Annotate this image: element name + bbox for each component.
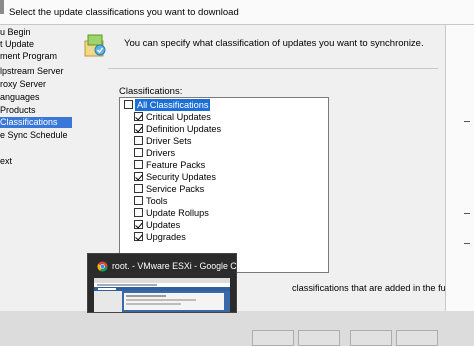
checkbox[interactable] [134, 160, 143, 169]
checkbox[interactable] [134, 220, 143, 229]
taskbar-preview[interactable]: root. - VMware ESXi - Google C... [87, 253, 244, 313]
pane-marker [464, 243, 470, 244]
wizard-header: Select the update classifications you wa… [0, 0, 474, 25]
checkbox[interactable] [134, 184, 143, 193]
checkbox[interactable] [134, 172, 143, 181]
checkbox[interactable] [134, 124, 143, 133]
preview-title: root. - VMware ESXi - Google C... [112, 261, 244, 271]
nav-item-proxy-server[interactable]: roxy Server [0, 79, 72, 90]
classifications-list[interactable]: All Classifications Critical Updates Def… [119, 97, 329, 273]
preview-thumbnail[interactable] [94, 278, 230, 312]
back-button[interactable] [252, 330, 294, 346]
future-classifications-note: classifications that are added in the fu… [292, 283, 465, 293]
next-button[interactable] [298, 330, 340, 346]
pane-marker [464, 213, 470, 214]
cancel-button[interactable] [396, 330, 438, 346]
wizard-nav: u Begin t Update ment Program lpstream S… [0, 25, 72, 311]
checkbox[interactable] [134, 136, 143, 145]
checkbox[interactable] [134, 196, 143, 205]
nav-item-improvement-program[interactable]: ment Program [0, 51, 72, 62]
divider [108, 68, 438, 69]
right-pane [445, 25, 474, 311]
nav-item-languages[interactable]: anguages [0, 92, 72, 103]
nav-item-whats-next[interactable]: ext [0, 156, 72, 167]
page-title: Select the update classifications you wa… [9, 7, 239, 18]
chrome-icon [97, 261, 108, 272]
header-edge-icon [0, 0, 4, 14]
update-package-icon [84, 34, 106, 57]
checkbox[interactable] [134, 112, 143, 121]
checkbox[interactable] [134, 148, 143, 157]
checkbox[interactable] [124, 100, 133, 109]
thumbnail-image [94, 278, 230, 312]
classifications-label: Classifications: [119, 86, 183, 97]
checkbox[interactable] [134, 208, 143, 217]
nav-item-sync-schedule[interactable]: e Sync Schedule [0, 130, 72, 141]
finish-button[interactable] [350, 330, 392, 346]
nav-item-classifications[interactable]: Classifications [0, 117, 72, 128]
checkbox[interactable] [134, 232, 143, 241]
pane-marker [464, 121, 470, 122]
nav-item-products[interactable]: Products [0, 105, 72, 116]
nav-item-microsoft-update[interactable]: t Update [0, 39, 72, 50]
nav-item-before-you-begin[interactable]: u Begin [0, 27, 72, 38]
page-description: You can specify what classification of u… [124, 38, 424, 49]
nav-item-upstream-server[interactable]: lpstream Server [0, 66, 72, 77]
